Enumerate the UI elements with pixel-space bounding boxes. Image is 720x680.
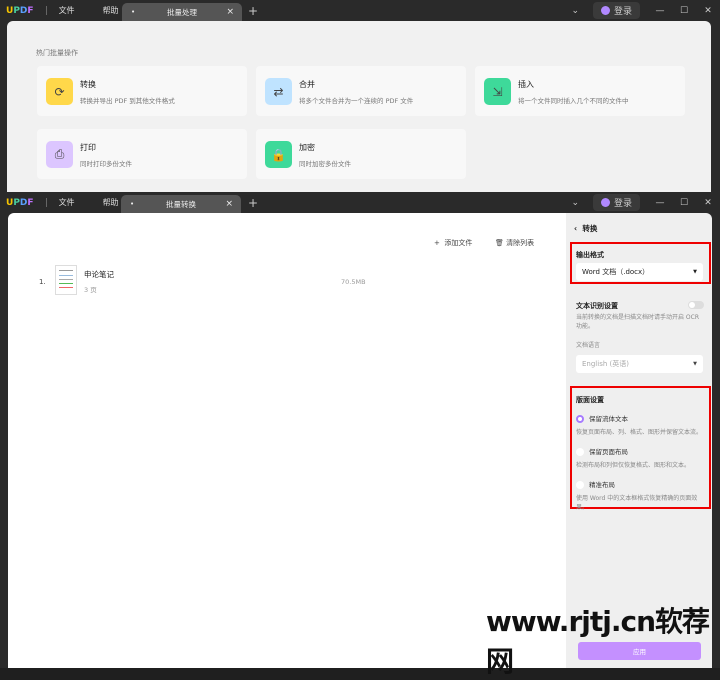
file-pages: 3 页 bbox=[84, 286, 97, 294]
convert-window: UPDF 文件 帮助 • 批量转换 × + ⌄ 登录 — ☐ ✕ + 添加文件 🗑 清除… bbox=[0, 192, 720, 668]
titlebar: UPDF 文件 帮助 • 批量处理 × + ⌄ 登录 — ☐ ✕ bbox=[0, 0, 720, 21]
file-list-panel: + 添加文件 🗑 清除列表 1. 申论笔记 3 页 70.5MB bbox=[8, 213, 566, 668]
card-title: 加密 bbox=[299, 143, 315, 152]
card-title: 转换 bbox=[80, 80, 96, 89]
card-print[interactable]: ⎙ 打印同时打印多份文件 bbox=[37, 129, 247, 179]
batch-panel: 热门批量操作 ⟳ 转换转换并导出 PDF 到其他文件格式 ⇄ 合并将多个文件合并为一个… bbox=[7, 21, 711, 192]
section-title: 热门批量操作 bbox=[36, 49, 78, 57]
login-button[interactable]: 登录 bbox=[592, 2, 640, 19]
language-label: 文档语言 bbox=[576, 342, 601, 349]
back-label: 转换 bbox=[582, 224, 598, 233]
merge-icon: ⇄ bbox=[265, 78, 292, 105]
option-label: 保留流体文本 bbox=[589, 415, 628, 423]
print-icon: ⎙ bbox=[46, 141, 73, 168]
maximize-icon[interactable]: ☐ bbox=[672, 6, 696, 16]
menu-help[interactable]: 帮助 bbox=[103, 5, 119, 16]
file-size: 70.5MB bbox=[341, 278, 366, 286]
ocr-description: 当前转换的文档是扫描文档时请手动开启 OCR 功能。 bbox=[576, 314, 699, 330]
close-tab-icon[interactable]: × bbox=[226, 7, 234, 17]
output-format-label: 输出格式 bbox=[576, 251, 604, 259]
back-button[interactable]: ‹ 转换 bbox=[574, 223, 597, 234]
card-merge[interactable]: ⇄ 合并将多个文件合并为一个连续的 PDF 文件 bbox=[256, 66, 466, 116]
option-label: 保留页面布局 bbox=[589, 448, 628, 456]
watermark: www.rjtj.cn软荐网 bbox=[486, 605, 710, 678]
ocr-label: 文本识别设置 bbox=[576, 302, 618, 310]
maximize-icon[interactable]: ☐ bbox=[672, 198, 696, 208]
language-value: English (英语) bbox=[582, 360, 629, 368]
close-tab-icon[interactable]: × bbox=[225, 199, 233, 209]
updf-logo: UPDF bbox=[6, 5, 34, 16]
tab-label: 批量转换 bbox=[166, 199, 196, 209]
radio-button[interactable] bbox=[576, 415, 584, 423]
menu-file[interactable]: 文件 bbox=[59, 197, 75, 208]
trash-icon: 🗑 bbox=[495, 239, 507, 247]
clear-list-button[interactable]: 🗑 清除列表 bbox=[495, 238, 534, 248]
card-convert[interactable]: ⟳ 转换转换并导出 PDF 到其他文件格式 bbox=[37, 66, 247, 116]
tab-batch[interactable]: • 批量处理 × bbox=[122, 3, 242, 21]
tab-batch-convert[interactable]: • 批量转换 × bbox=[121, 195, 241, 213]
chevron-down-icon[interactable]: ⌄ bbox=[571, 198, 579, 208]
minimize-icon[interactable]: — bbox=[648, 6, 672, 16]
insert-icon: ⇲ bbox=[484, 78, 511, 105]
option-description: 检测布局和列但仅恢复格式、图形和文本。 bbox=[576, 462, 691, 469]
card-description: 将一个文件同时插入几个不同的文件中 bbox=[518, 97, 629, 105]
login-label: 登录 bbox=[613, 7, 632, 17]
add-file-label: 添加文件 bbox=[444, 239, 473, 247]
chevron-down-icon[interactable]: ⌄ bbox=[571, 6, 579, 16]
tab-label: 批量处理 bbox=[167, 7, 197, 17]
file-thumbnail bbox=[55, 265, 77, 295]
card-description: 将多个文件合并为一个连续的 PDF 文件 bbox=[299, 97, 414, 105]
ocr-toggle[interactable] bbox=[688, 301, 704, 309]
output-format-select[interactable]: Word 文档（.docx） ▼ bbox=[576, 263, 703, 281]
card-title: 插入 bbox=[518, 80, 534, 89]
file-name: 申论笔记 bbox=[84, 270, 114, 279]
close-icon[interactable]: ✕ bbox=[696, 6, 720, 16]
updf-logo: UPDF bbox=[6, 197, 34, 208]
layout-option[interactable]: 保留流体文本恢复页面布局、列、格式、图形并保留文本流。 bbox=[576, 413, 706, 437]
minimize-icon[interactable]: — bbox=[648, 198, 672, 208]
layout-option[interactable]: 保留页面布局检测布局和列但仅恢复格式、图形和文本。 bbox=[576, 446, 706, 470]
radio-button[interactable] bbox=[576, 448, 584, 456]
output-format-value: Word 文档（.docx） bbox=[582, 268, 650, 276]
card-description: 同时加密多份文件 bbox=[299, 160, 351, 168]
language-select[interactable]: English (英语) ▼ bbox=[576, 355, 703, 373]
option-description: 恢复页面布局、列、格式、图形并保留文本流。 bbox=[576, 429, 703, 436]
titlebar: UPDF 文件 帮助 • 批量转换 × + ⌄ 登录 — ☐ ✕ bbox=[0, 192, 720, 213]
convert-icon: ⟳ bbox=[46, 78, 73, 105]
caret-down-icon: ▼ bbox=[693, 361, 697, 367]
login-button[interactable]: 登录 bbox=[592, 194, 640, 211]
file-index: 1. bbox=[39, 278, 46, 286]
batch-window: UPDF 文件 帮助 • 批量处理 × + ⌄ 登录 — ☐ ✕ 热门批量操作 ⟳ 转换转… bbox=[0, 0, 720, 192]
avatar bbox=[600, 6, 610, 15]
caret-down-icon: ▼ bbox=[693, 269, 697, 275]
plus-icon: + bbox=[434, 239, 445, 247]
card-insert[interactable]: ⇲ 插入将一个文件同时插入几个不同的文件中 bbox=[475, 66, 685, 116]
card-title: 打印 bbox=[80, 143, 96, 152]
layout-option[interactable]: 精准布局使用 Word 中的文本框格式恢复精确的页面效果。 bbox=[576, 479, 706, 512]
new-tab-icon[interactable]: + bbox=[248, 4, 258, 18]
clear-list-label: 清除列表 bbox=[506, 239, 535, 247]
card-title: 合并 bbox=[299, 80, 315, 89]
card-description: 同时打印多份文件 bbox=[80, 160, 132, 168]
option-description: 使用 Word 中的文本框格式恢复精确的页面效果。 bbox=[576, 495, 698, 511]
card-description: 转换并导出 PDF 到其他文件格式 bbox=[80, 97, 175, 105]
add-file-button[interactable]: + 添加文件 bbox=[434, 238, 472, 248]
close-icon[interactable]: ✕ bbox=[696, 198, 720, 208]
login-label: 登录 bbox=[613, 199, 632, 209]
option-label: 精准布局 bbox=[589, 481, 615, 489]
file-row[interactable]: 1. 申论笔记 3 页 70.5MB bbox=[8, 263, 566, 303]
menu-help[interactable]: 帮助 bbox=[103, 197, 119, 208]
lock-icon: 🔒 bbox=[265, 141, 292, 168]
card-lock[interactable]: 🔒 加密同时加密多份文件 bbox=[256, 129, 466, 179]
layout-label: 版面设置 bbox=[576, 396, 604, 404]
menu-file[interactable]: 文件 bbox=[59, 5, 75, 16]
avatar bbox=[600, 198, 610, 207]
radio-button[interactable] bbox=[576, 481, 584, 489]
new-tab-icon[interactable]: + bbox=[248, 196, 258, 210]
